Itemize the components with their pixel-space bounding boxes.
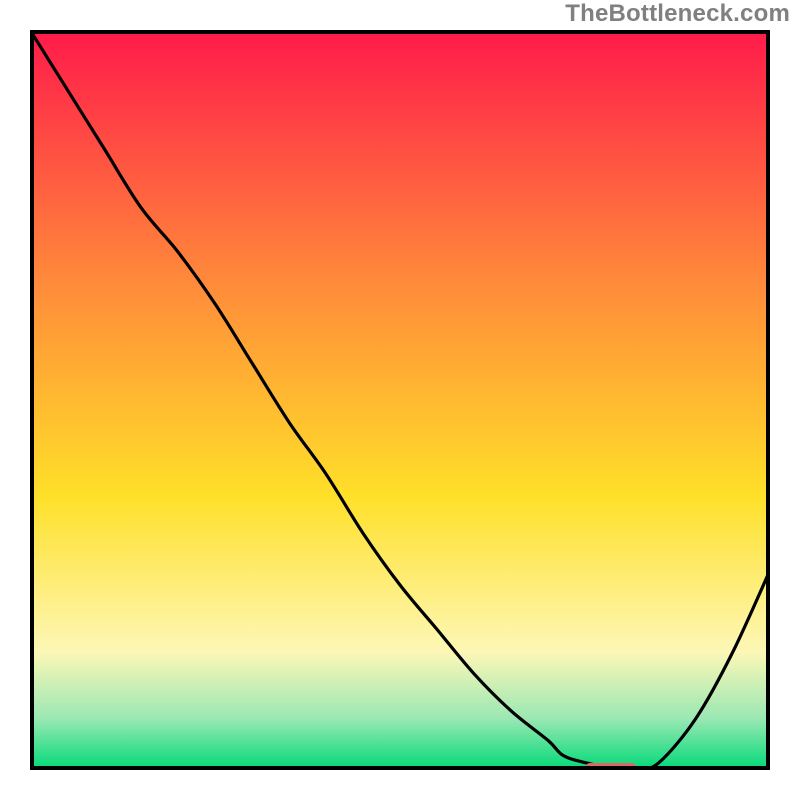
source-credit: TheBottleneck.com — [565, 0, 790, 28]
plot-area — [30, 30, 770, 770]
chart-frame: TheBottleneck.com — [0, 0, 800, 800]
plot-svg — [30, 30, 770, 770]
gradient-background — [30, 30, 770, 770]
